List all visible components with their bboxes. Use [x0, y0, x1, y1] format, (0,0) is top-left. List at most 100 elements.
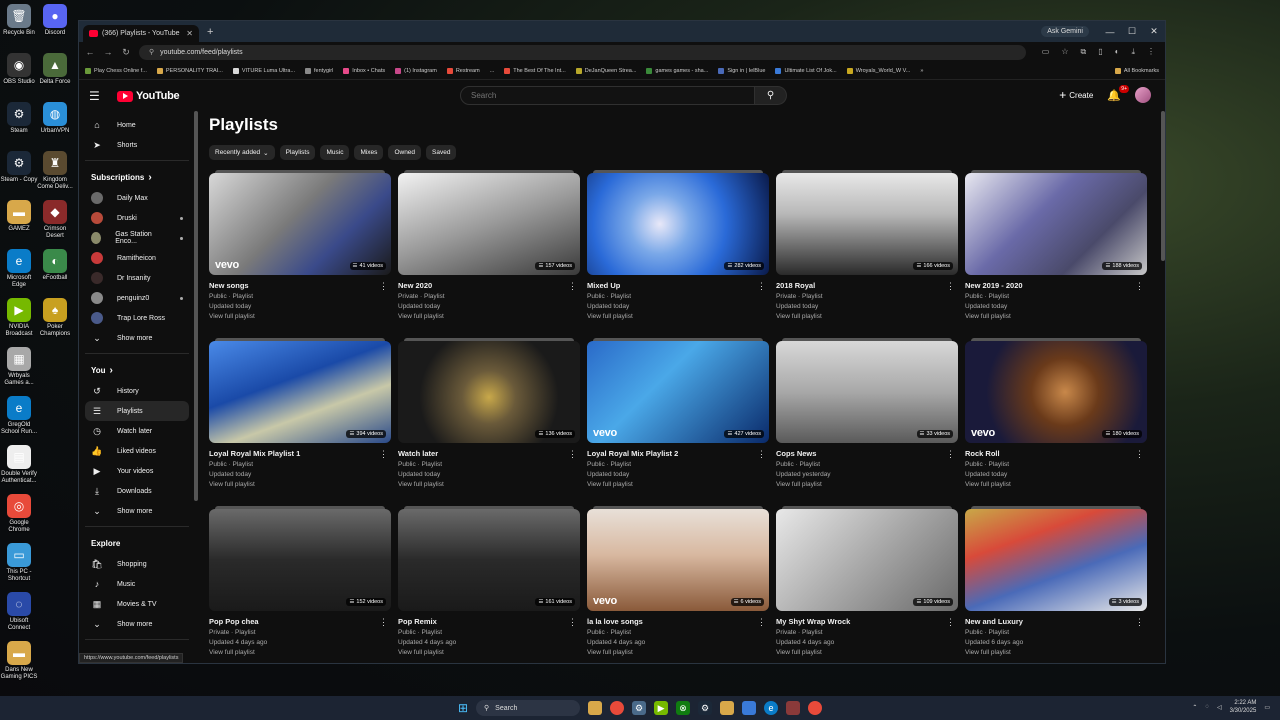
- playlist-card[interactable]: ☰ 166 videos 2018 Royal ⋮ Private · Playlist…: [776, 170, 958, 338]
- sidebar-scrollbar[interactable]: [194, 111, 198, 501]
- chip-music[interactable]: Music: [320, 145, 350, 160]
- view-full-playlist-link[interactable]: View full playlist: [398, 481, 580, 488]
- bookmark-inbox-chats[interactable]: Inbox • Chats: [343, 67, 385, 74]
- playlist-title[interactable]: la la love songs: [587, 617, 769, 626]
- bookmark-the-best-of-the-int[interactable]: The Best Of The Int...: [504, 67, 566, 74]
- downloads-icon[interactable]: ⤓: [1131, 47, 1135, 57]
- sidebar-item-penguinz0[interactable]: penguinz0: [85, 288, 189, 308]
- view-full-playlist-link[interactable]: View full playlist: [776, 313, 958, 320]
- more-options-icon[interactable]: ⋮: [568, 281, 577, 292]
- sidebar-item-druski[interactable]: Druski: [85, 208, 189, 228]
- page-scrollbar[interactable]: [1161, 111, 1165, 261]
- search-button[interactable]: ⚲: [755, 86, 787, 105]
- playlist-title[interactable]: New songs: [209, 281, 391, 290]
- desktop-icon-dans-new-gaming-pics[interactable]: ▬ Dans New Gaming PICS: [0, 641, 38, 681]
- sidebar-item-shorts[interactable]: ➤ Shorts: [85, 135, 189, 155]
- extensions-icon[interactable]: ⧉: [1080, 47, 1086, 57]
- sidebar-item-watch-later[interactable]: ◷ Watch later: [85, 421, 189, 441]
- playlist-thumbnail[interactable]: vevo ☰ 180 videos: [965, 338, 1147, 443]
- cast-icon[interactable]: ▭: [1042, 47, 1050, 57]
- playlist-thumbnail[interactable]: ☰ 3 videos: [965, 506, 1147, 611]
- playlist-title[interactable]: Cops News: [776, 449, 958, 458]
- show-more-button[interactable]: ⌄ Show more: [85, 328, 189, 348]
- desktop-icon-crimson-desert[interactable]: ◆ Crimson Desert: [36, 200, 74, 240]
- desktop-icon-delta-force[interactable]: ▲ Delta Force: [36, 53, 74, 86]
- desktop-icon-google-chrome[interactable]: ◎ Google Chrome: [0, 494, 38, 534]
- view-full-playlist-link[interactable]: View full playlist: [965, 313, 1147, 320]
- more-options-icon[interactable]: ⋮: [946, 281, 955, 292]
- subscriptions-heading[interactable]: Subscriptions ›: [85, 166, 189, 188]
- desktop-icon-efootball[interactable]: ◐ eFootball: [36, 249, 74, 282]
- sidebar-item-trap-lore-ross[interactable]: Trap Lore Ross: [85, 308, 189, 328]
- sidebar-item-shopping[interactable]: 🛍 Shopping: [85, 554, 189, 574]
- playlist-card[interactable]: ☰ 188 videos New 2019 - 2020 ⋮ Public · Play…: [965, 170, 1147, 338]
- bookmark-ultimate-list-of-jok[interactable]: Ultimate List Of Jok...: [775, 67, 837, 74]
- desktop-icon-microsoft-edge[interactable]: e Microsoft Edge: [0, 249, 38, 289]
- playlist-thumbnail[interactable]: ☰ 136 videos: [398, 338, 580, 443]
- view-full-playlist-link[interactable]: View full playlist: [965, 649, 1147, 656]
- close-tab-icon[interactable]: ✕: [186, 29, 193, 38]
- desktop-icon-ubisoft-connect[interactable]: ◌ Ubisoft Connect: [0, 592, 38, 632]
- bookmark-overflow[interactable]: ...: [490, 68, 495, 74]
- playlist-card[interactable]: ☰ 161 videos Pop Remix ⋮ Public · Playlist Up…: [398, 506, 580, 663]
- back-icon[interactable]: ←: [85, 47, 95, 57]
- bookmark-personality-trai[interactable]: PERSONALITY TRAI...: [156, 67, 223, 74]
- playlist-card[interactable]: ☰ 33 videos Cops News ⋮ Public · Playlist Upd…: [776, 338, 958, 506]
- maximize-icon[interactable]: ☐: [1121, 26, 1143, 37]
- playlist-card[interactable]: vevo ☰ 427 videos Loyal Royal Mix Playlist …: [587, 338, 769, 506]
- desktop-icon-poker-champions[interactable]: ♠ Poker Champions: [36, 298, 74, 338]
- view-full-playlist-link[interactable]: View full playlist: [587, 649, 769, 656]
- notifications-button[interactable]: 🔔 9+: [1107, 84, 1129, 102]
- playlist-thumbnail[interactable]: vevo ☰ 41 videos: [209, 170, 391, 275]
- playlist-card[interactable]: ☰ 152 videos Pop Pop chea ⋮ Private · Playli…: [209, 506, 391, 663]
- address-bar[interactable]: ⚲ youtube.com/feed/playlists: [139, 44, 1026, 60]
- desktop-icon-wrbyals-games-a[interactable]: ▦ Wrbyals Games a...: [0, 347, 38, 387]
- playlist-card[interactable]: ☰ 157 videos New 2020 ⋮ Private · Playlist Up…: [398, 170, 580, 338]
- playlist-title[interactable]: Pop Pop chea: [209, 617, 391, 626]
- playlist-card[interactable]: vevo ☰ 180 videos Rock Roll ⋮ Public · Playli…: [965, 338, 1147, 506]
- bookmark-play-chess-online-f[interactable]: Play Chess Online f...: [85, 67, 147, 74]
- chrome-taskbar-icon[interactable]: [610, 701, 625, 715]
- tray-chevron-icon[interactable]: ⌃: [1192, 704, 1197, 711]
- windows-start-icon[interactable]: ⊞: [458, 701, 468, 715]
- more-options-icon[interactable]: ⋮: [757, 617, 766, 628]
- network-icon[interactable]: ◌: [1205, 704, 1209, 710]
- playlist-thumbnail[interactable]: ☰ 161 videos: [398, 506, 580, 611]
- edge-taskbar-icon[interactable]: e: [764, 701, 779, 715]
- playlist-title[interactable]: My Shyt Wrap Wrock: [776, 617, 958, 626]
- tab-youtube[interactable]: (366) Playlists - YouTube ✕: [83, 25, 199, 42]
- chip-recently-added[interactable]: Recently added ⌄: [209, 145, 275, 160]
- playlist-title[interactable]: 2018 Royal: [776, 281, 958, 290]
- chip-saved[interactable]: Saved: [426, 145, 457, 160]
- playlist-title[interactable]: Mixed Up: [587, 281, 769, 290]
- view-full-playlist-link[interactable]: View full playlist: [398, 313, 580, 320]
- more-options-icon[interactable]: ⋮: [568, 617, 577, 628]
- desktop-icon-gamez[interactable]: ▬ GAMEZ: [0, 200, 38, 233]
- more-options-icon[interactable]: ⋮: [379, 449, 388, 460]
- playlist-thumbnail[interactable]: ☰ 166 videos: [776, 170, 958, 275]
- playlist-thumbnail[interactable]: ☰ 394 videos: [209, 338, 391, 443]
- site-info-icon[interactable]: ⚲: [149, 48, 154, 56]
- volume-icon[interactable]: ◁: [1217, 704, 1222, 711]
- bookmark-games-games-sha[interactable]: games games - sha...: [646, 67, 708, 74]
- bookmark-star-icon[interactable]: ☆: [1061, 47, 1068, 57]
- ask-gemini-button[interactable]: Ask Gemini: [1041, 26, 1089, 37]
- sidebar-item-downloads[interactable]: ⤓ Downloads: [85, 481, 189, 501]
- hamburger-menu-icon[interactable]: ☰: [89, 89, 109, 103]
- sidebar-item-daily-max[interactable]: Daily Max: [85, 188, 189, 208]
- notification-center-icon[interactable]: ▭: [1264, 704, 1270, 711]
- more-options-icon[interactable]: ⋮: [757, 281, 766, 292]
- youtube-logo[interactable]: YouTube: [117, 90, 180, 102]
- playlist-thumbnail[interactable]: ☰ 282 videos: [587, 170, 769, 275]
- reload-icon[interactable]: ↻: [121, 47, 131, 58]
- more-options-icon[interactable]: ⋮: [379, 281, 388, 292]
- playlist-thumbnail[interactable]: ☰ 157 videos: [398, 170, 580, 275]
- clock[interactable]: 2:22 AM 3/30/2025: [1230, 699, 1257, 715]
- steam-taskbar-icon[interactable]: ⚙: [698, 701, 713, 715]
- desktop-icon-gregold-school-run[interactable]: e GregOld School Run...: [0, 396, 38, 436]
- sidebar-item-ramitheicon[interactable]: Ramitheicon: [85, 248, 189, 268]
- bookmark-fentygirl[interactable]: fentygirl: [305, 67, 333, 74]
- playlist-card[interactable]: ☰ 136 videos Watch later ⋮ Public · Playlist…: [398, 338, 580, 506]
- profile-icon[interactable]: ◐: [1115, 47, 1120, 57]
- playlist-card[interactable]: ☰ 394 videos Loyal Royal Mix Playlist 1 ⋮ Pu…: [209, 338, 391, 506]
